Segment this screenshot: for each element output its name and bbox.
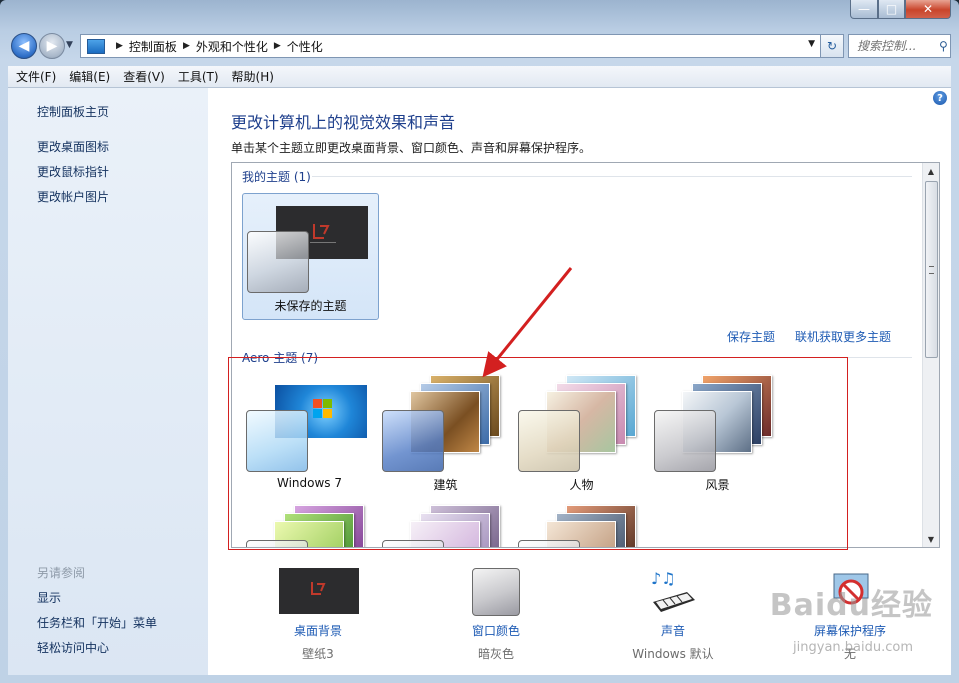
chevron-right-icon[interactable]: ▶ (116, 41, 123, 51)
screen-saver-label[interactable]: 屏幕保护程序 (790, 622, 910, 639)
window-color-label[interactable]: 窗口颜色 (436, 622, 556, 639)
desktop-background-value: 壁纸3 (302, 647, 334, 661)
divider (312, 176, 912, 177)
sidebar-ease-of-access[interactable]: 轻松访问中心 (37, 639, 109, 656)
sidebar-change-account-picture[interactable]: 更改帐户图片 (37, 188, 109, 205)
window-color-swatch (472, 568, 520, 616)
chevron-down-icon[interactable]: ▼ (808, 39, 815, 49)
sounds-label[interactable]: 声音 (613, 622, 733, 639)
forward-button[interactable]: ▶ (39, 33, 65, 59)
my-themes-header[interactable]: 我的主题 (1) (242, 168, 311, 185)
sidebar-taskbar-start-menu[interactable]: 任务栏和「开始」菜单 (37, 614, 157, 631)
sidebar-change-mouse-pointer[interactable]: 更改鼠标指针 (37, 163, 109, 180)
control-panel-icon (87, 38, 105, 54)
arrow-right-icon: ▶ (46, 38, 58, 54)
breadcrumb-appearance[interactable]: 外观和个性化 (196, 38, 268, 55)
page-description: 单击某个主题立即更改桌面背景、窗口颜色、声音和屏幕保护程序。 (231, 141, 592, 155)
menu-view[interactable]: 查看(V) (118, 68, 170, 85)
sidebar: 控制面板主页 更改桌面图标 更改鼠标指针 更改帐户图片 另请参阅 显示 任务栏和… (8, 88, 208, 675)
sidebar-change-desktop-icons[interactable]: 更改桌面图标 (37, 138, 109, 155)
maximize-button[interactable]: □ (878, 0, 905, 19)
desktop-background-label[interactable]: 桌面背景 (258, 622, 378, 639)
wallpaper-preview (279, 568, 359, 614)
sounds-value: Windows 默认 (632, 647, 714, 661)
scroll-thumb[interactable] (925, 181, 938, 358)
theme-tile-unsaved[interactable]: 未保存的主题 (242, 193, 379, 320)
annotation-highlight-box (228, 357, 848, 550)
sidebar-display[interactable]: 显示 (37, 589, 61, 606)
sounds-button[interactable]: ♪♫ 声音 Windows 默认 (613, 566, 733, 666)
watermark: Baidu经验 (769, 588, 933, 623)
watermark-url: jingyan.baidu.com (793, 640, 913, 655)
chevron-right-icon[interactable]: ▶ (183, 41, 190, 51)
chevron-right-icon[interactable]: ▶ (274, 41, 281, 51)
scroll-down-arrow-icon[interactable]: ▼ (923, 531, 939, 547)
search-input[interactable] (855, 38, 937, 54)
caption-buttons: — □ ✕ (850, 0, 951, 20)
menu-file[interactable]: 文件(F) (11, 68, 61, 85)
breadcrumb-control-panel[interactable]: 控制面板 (129, 38, 177, 55)
history-dropdown-icon[interactable]: ▼ (66, 40, 73, 50)
menu-tools[interactable]: 工具(T) (173, 68, 224, 85)
arrow-left-icon: ◀ (18, 38, 30, 54)
address-bar[interactable]: ▶ 控制面板 ▶ 外观和个性化 ▶ 个性化 ▼ (80, 34, 822, 58)
refresh-button[interactable]: ↻ (820, 34, 844, 58)
minimize-button[interactable]: — (850, 0, 878, 19)
grip-icon (929, 266, 934, 274)
close-button[interactable]: ✕ (905, 0, 951, 19)
back-button[interactable]: ◀ (11, 33, 37, 59)
navigation-bar: ◀ ▶ ▼ ▶ 控制面板 ▶ 外观和个性化 ▶ 个性化 ▼ ↻ ⚲ (8, 31, 951, 59)
scroll-up-arrow-icon[interactable]: ▲ (923, 163, 939, 179)
sidebar-control-panel-home[interactable]: 控制面板主页 (37, 103, 109, 120)
refresh-icon: ↻ (826, 39, 838, 53)
menu-help[interactable]: 帮助(H) (227, 68, 279, 85)
page-title: 更改计算机上的视觉效果和声音 (231, 113, 456, 132)
see-also-heading: 另请参阅 (37, 566, 86, 580)
window-color-button[interactable]: 窗口颜色 暗灰色 (436, 566, 556, 666)
desktop-background-button[interactable]: 桌面背景 壁纸3 (231, 566, 359, 666)
window-color-swatch (247, 231, 309, 293)
window-color-value: 暗灰色 (477, 647, 514, 661)
svg-text:♪♫: ♪♫ (651, 569, 676, 588)
search-box[interactable]: ⚲ (848, 34, 951, 58)
menu-edit[interactable]: 编辑(E) (64, 68, 115, 85)
theme-label: 未保存的主题 (274, 299, 347, 313)
logo-mark-icon (311, 582, 326, 595)
search-icon[interactable]: ⚲ (939, 39, 948, 53)
breadcrumb-personalization[interactable]: 个性化 (287, 38, 323, 55)
help-icon[interactable]: ? (933, 91, 947, 105)
menu-bar: 文件(F) 编辑(E) 查看(V) 工具(T) 帮助(H) (8, 66, 951, 88)
get-more-themes-link[interactable]: 联机获取更多主题 (795, 328, 891, 345)
save-theme-link[interactable]: 保存主题 (727, 328, 775, 345)
theme-list-scrollbar[interactable]: ▲ ▼ (922, 163, 939, 547)
music-keyboard-icon: ♪♫ (651, 569, 695, 612)
